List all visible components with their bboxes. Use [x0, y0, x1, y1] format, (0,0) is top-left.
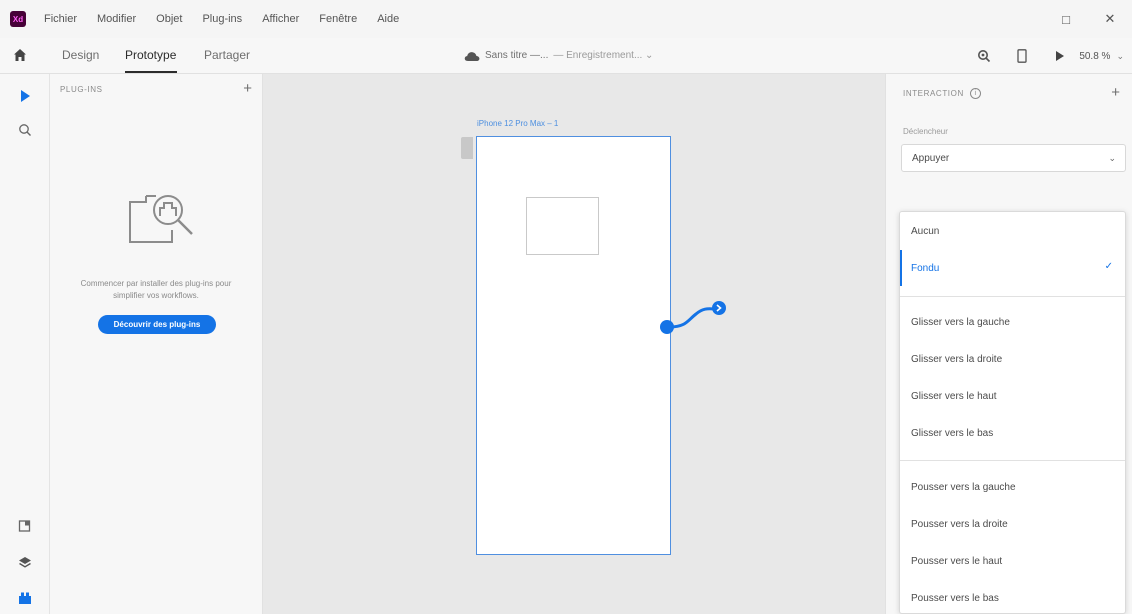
zoom-level[interactable]: 50.8 % — [1079, 51, 1110, 62]
cloud-icon — [464, 51, 480, 61]
layers-icon[interactable] — [17, 555, 33, 571]
tab-prototype[interactable]: Prototype — [125, 48, 176, 62]
close-button[interactable]: ✕ — [1088, 11, 1132, 27]
active-tab-indicator — [125, 71, 177, 73]
interaction-title-text: INTERACTION — [903, 89, 964, 98]
tab-design[interactable]: Design — [62, 48, 99, 62]
artboard-home-icon[interactable] — [461, 137, 473, 159]
dropdown-item-pousser-haut[interactable]: Pousser vers le haut — [900, 543, 1125, 579]
plugins-icon[interactable] — [17, 590, 33, 606]
trigger-label: Déclencheur — [903, 127, 948, 136]
toolbar-right: 50.8 % ⌄ — [969, 38, 1132, 74]
dropdown-divider — [900, 296, 1125, 297]
menu-fichier[interactable]: Fichier — [44, 13, 77, 25]
tab-partager[interactable]: Partager — [204, 48, 250, 62]
panel-title: PLUG-INS — [60, 85, 103, 94]
chevron-down-icon: ⌄ — [1108, 153, 1116, 163]
menu-aide[interactable]: Aide — [377, 13, 399, 25]
plugin-search-illustration-icon — [129, 195, 193, 243]
trigger-value: Appuyer — [912, 152, 950, 164]
maximize-button[interactable]: □ — [1044, 12, 1088, 27]
select-arrow-icon[interactable] — [17, 88, 33, 104]
zoom-icon[interactable] — [17, 122, 33, 138]
menu-fenetre[interactable]: Fenêtre — [319, 13, 357, 25]
dropdown-item-fondu[interactable]: Fondu ✓ — [900, 250, 1125, 286]
menu-modifier[interactable]: Modifier — [97, 13, 136, 25]
toolbar: Design Prototype Partager Sans titre —..… — [0, 38, 1132, 74]
plugins-empty-message: Commencer par installer des plug-ins pou… — [80, 279, 232, 300]
rectangle-shape[interactable] — [526, 197, 599, 255]
artboard[interactable] — [476, 136, 671, 555]
info-icon[interactable]: i — [969, 88, 981, 99]
document-title[interactable]: Sans titre —... — Enregistrement... ⌄ — [464, 50, 653, 61]
dropdown-item-glisser-haut[interactable]: Glisser vers le haut — [900, 378, 1125, 414]
prototype-wire-icon[interactable] — [660, 300, 730, 340]
trigger-select[interactable]: Appuyer ⌄ — [901, 144, 1126, 172]
add-interaction-button[interactable]: + — [1111, 84, 1120, 101]
add-plugin-button[interactable]: + — [243, 80, 252, 97]
discover-plugins-button[interactable]: Découvrir des plug-ins — [98, 315, 216, 334]
dropdown-item-pousser-gauche[interactable]: Pousser vers la gauche — [900, 469, 1125, 505]
checkmark-icon: ✓ — [1104, 261, 1113, 272]
menu-bar: Xd Fichier Modifier Objet Plug-ins Affic… — [0, 0, 1132, 38]
artboard-label[interactable]: iPhone 12 Pro Max – 1 — [477, 119, 558, 128]
chevron-down-icon[interactable]: ⌄ — [1116, 51, 1124, 62]
menu-objet[interactable]: Objet — [156, 13, 182, 25]
plugins-panel: PLUG-INS + Commencer par installer des p… — [50, 74, 263, 614]
interaction-title: INTERACTION i — [903, 88, 981, 99]
dropdown-item-glisser-bas[interactable]: Glisser vers le bas — [900, 415, 1125, 451]
transition-dropdown: Aucun Fondu ✓ Glisser vers la gauche Gli… — [899, 211, 1126, 614]
device-icon[interactable] — [1007, 38, 1037, 74]
user-icon[interactable] — [969, 38, 999, 74]
window-controls: □ ✕ — [1044, 0, 1132, 38]
menu-afficher[interactable]: Afficher — [262, 13, 299, 25]
menu-plugins[interactable]: Plug-ins — [202, 13, 242, 25]
dropdown-item-pousser-droite[interactable]: Pousser vers la droite — [900, 506, 1125, 542]
assets-icon[interactable] — [17, 518, 33, 534]
doc-save-status: — Enregistrement... ⌄ — [553, 50, 654, 61]
doc-name: Sans titre —... — [485, 50, 549, 61]
dropdown-divider — [900, 460, 1125, 461]
dropdown-item-aucun[interactable]: Aucun — [900, 213, 1125, 249]
dropdown-item-label: Fondu — [911, 262, 940, 274]
canvas[interactable]: iPhone 12 Pro Max – 1 — [263, 74, 885, 614]
dropdown-item-glisser-droite[interactable]: Glisser vers la droite — [900, 341, 1125, 377]
home-icon[interactable] — [13, 48, 27, 62]
tool-rail — [0, 74, 50, 614]
play-icon[interactable] — [1045, 38, 1075, 74]
dropdown-item-glisser-gauche[interactable]: Glisser vers la gauche — [900, 304, 1125, 340]
xd-logo-icon: Xd — [10, 11, 26, 27]
dropdown-item-pousser-bas[interactable]: Pousser vers le bas — [900, 580, 1125, 613]
